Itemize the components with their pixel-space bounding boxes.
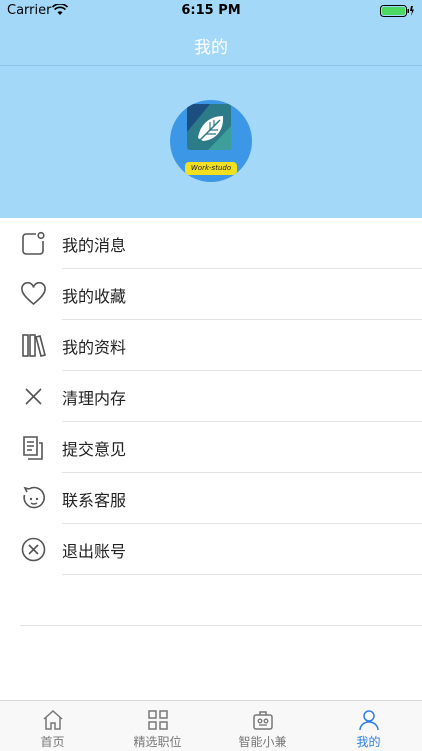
tab-featured-jobs[interactable]: 精选职位 (105, 701, 210, 751)
service-icon (23, 486, 45, 509)
menu-item-label: 提交意见 (62, 440, 127, 459)
page-title: 我的 (194, 38, 228, 58)
battery-icon (380, 5, 414, 17)
close-icon (25, 388, 42, 405)
user-icon (359, 710, 379, 731)
tab-label: 首页 (40, 735, 65, 749)
divider (62, 574, 422, 575)
profile-header: Work-studo (0, 66, 422, 218)
document-icon (23, 436, 43, 460)
status-bar: Carrier 6:15 PM (0, 0, 422, 22)
settings-menu: 我的消息 我的收藏 我的资料 清理内存 提交意见 联系客服 退出账号 (0, 218, 422, 575)
menu-item-messages[interactable]: 我的消息 (0, 218, 422, 269)
menu-item-label: 退出账号 (62, 542, 127, 561)
menu-item-clear-cache[interactable]: 清理内存 (0, 371, 422, 422)
menu-item-label: 联系客服 (62, 491, 127, 510)
tab-home[interactable]: 首页 (0, 701, 105, 751)
divider (20, 625, 422, 626)
books-icon (22, 334, 46, 357)
grid-icon (148, 710, 168, 730)
menu-item-label: 清理内存 (62, 389, 127, 408)
menu-item-feedback[interactable]: 提交意见 (0, 422, 422, 473)
menu-item-label: 我的收藏 (62, 287, 127, 306)
menu-item-label: 我的资料 (62, 338, 127, 357)
menu-item-profile-data[interactable]: 我的资料 (0, 320, 422, 371)
menu-item-favorites[interactable]: 我的收藏 (0, 269, 422, 320)
heart-icon (21, 282, 46, 306)
tab-profile[interactable]: 我的 (316, 701, 421, 751)
logout-icon (21, 537, 46, 562)
avatar-caption: Work-studo (185, 162, 237, 175)
tab-smart-assistant[interactable]: 智能小兼 (210, 701, 315, 751)
menu-item-label: 我的消息 (62, 236, 127, 255)
tab-label: 智能小兼 (238, 735, 287, 749)
navigation-bar: 我的 (0, 22, 422, 66)
avatar[interactable]: Work-studo (170, 100, 252, 182)
tab-label: 精选职位 (133, 735, 182, 749)
home-icon (43, 709, 63, 730)
tab-bar: 首页 精选职位 智能小兼 我的 (0, 700, 422, 751)
menu-item-customer-service[interactable]: 联系客服 (0, 473, 422, 524)
menu-item-logout[interactable]: 退出账号 (0, 524, 422, 575)
message-icon (22, 231, 45, 255)
tab-label: 我的 (356, 735, 381, 749)
robot-icon (253, 711, 273, 730)
clock: 6:15 PM (181, 3, 241, 18)
